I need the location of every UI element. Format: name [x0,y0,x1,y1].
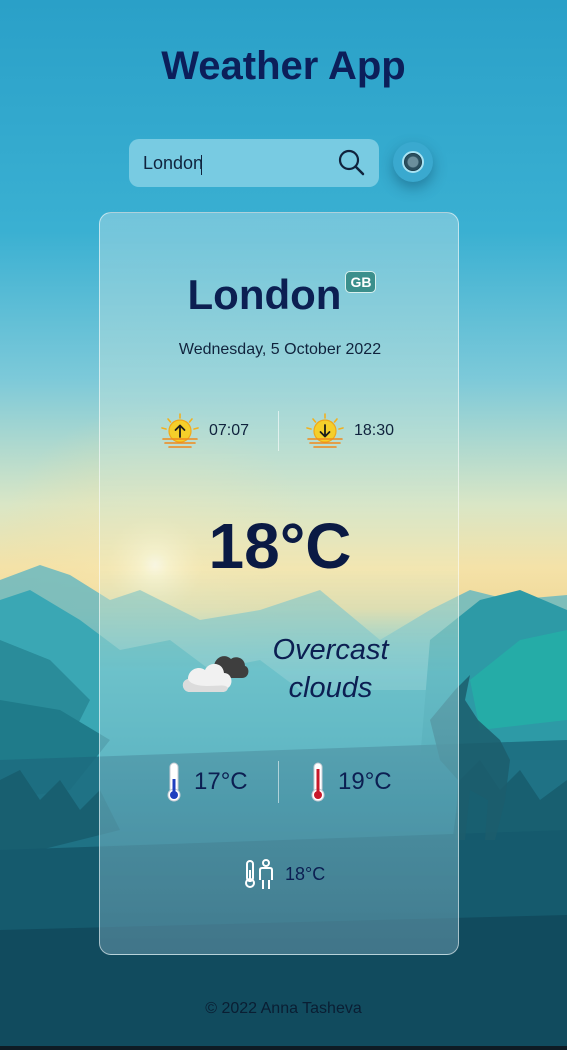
date-text: Wednesday, 5 October 2022 [178,341,382,358]
app-title: Weather App [161,44,406,88]
sunrise-item: 07:07 [160,413,249,449]
search-icon [338,149,365,176]
sunrise-icon [161,413,199,448]
search-button[interactable] [335,147,369,179]
max-temp-item: 19°C [308,761,392,803]
theme-toggle-icon [402,151,424,173]
feels-like-temp: 18°C [285,863,326,884]
sunrise-time: 07:07 [209,422,250,439]
search-input[interactable] [139,147,329,179]
thermometer-hot-icon [311,762,325,802]
min-max-divider [278,761,279,803]
text-caret [201,155,202,175]
sunset-item: 18:30 [305,413,394,449]
condition-row: Overcast clouds [100,631,458,711]
sunset-time: 18:30 [354,422,395,439]
sunset-icon [306,413,344,448]
condition-text: Overcast clouds [272,634,389,704]
theme-toggle-button[interactable] [393,142,433,182]
footer-credit: © 2022 Anna Tasheva [205,1000,362,1017]
thermometer-cold-icon [167,762,181,802]
min-temp-item: 17°C [164,761,248,803]
max-temp: 19°C [338,768,392,795]
country-badge: GB [345,271,377,293]
sun-times: 07:07 18:30 [100,411,458,453]
location-header: London GB [100,271,458,319]
weather-card: London GB Wednesday, 5 October 2022 07:07 [99,212,459,955]
feels-like-icon [245,859,273,889]
feels-like-row: 18°C [244,858,325,890]
city-name: London [187,271,342,318]
min-temp: 17°C [194,768,248,795]
current-temperature: 18°C [208,510,352,582]
bottom-edge [0,1046,567,1050]
overcast-clouds-icon [182,656,249,692]
sun-divider [278,411,279,451]
min-max-row: 17°C 19°C [100,761,458,805]
search-bar [129,139,379,187]
